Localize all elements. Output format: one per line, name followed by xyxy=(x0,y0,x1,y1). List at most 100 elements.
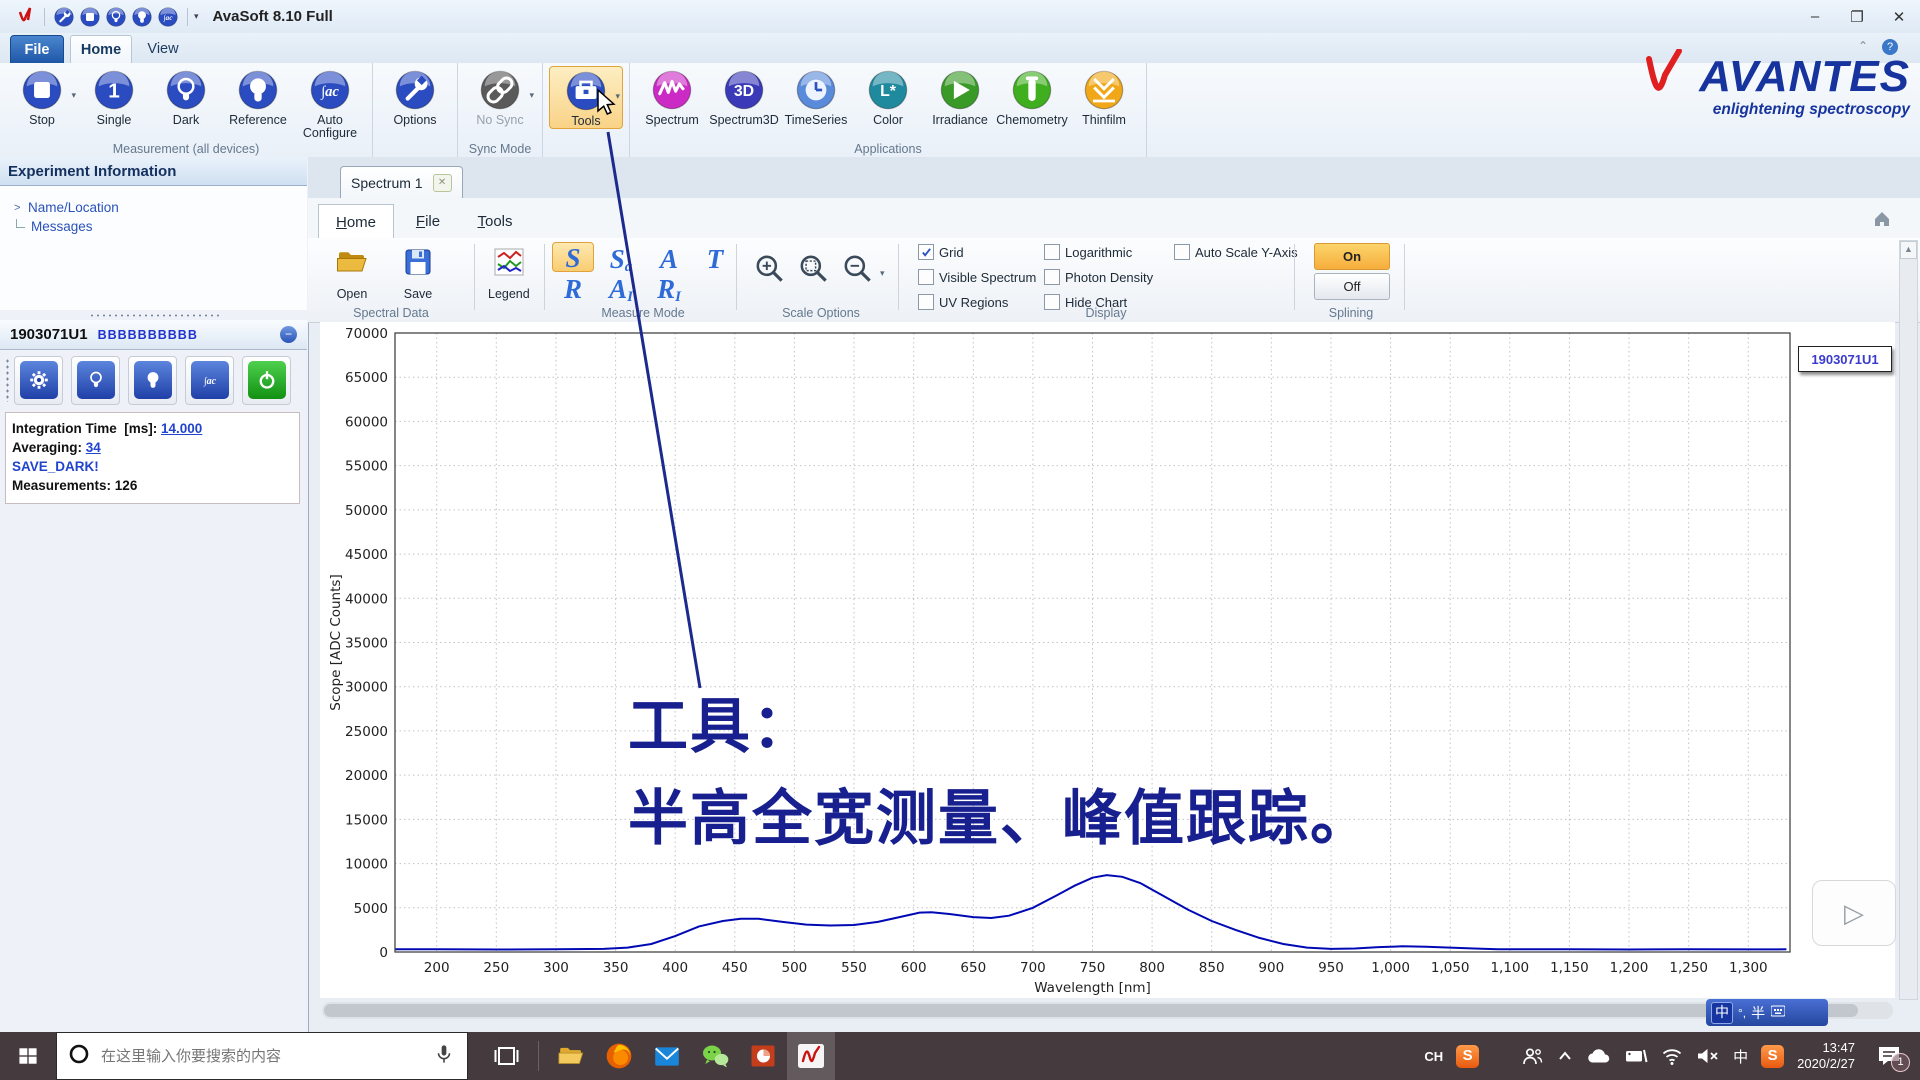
home-icon[interactable] xyxy=(1872,210,1892,228)
measure-mode-aI-button[interactable]: AI xyxy=(600,272,642,302)
maximize-button[interactable]: ❐ xyxy=(1836,4,1878,30)
ime-punct-icon[interactable]: °, xyxy=(1738,1006,1746,1020)
measure-mode-sa-button[interactable]: Sa xyxy=(600,242,642,272)
checkbox-visible-spectrum[interactable]: Visible Spectrum xyxy=(918,269,1036,285)
device-jac-button[interactable]: ∫ac xyxy=(185,356,234,405)
panel-splitter[interactable] xyxy=(0,310,307,320)
horizontal-scrollbar[interactable] xyxy=(322,1002,1893,1019)
checkbox-auto-scale-y-axis[interactable]: Auto Scale Y-Axis xyxy=(1174,244,1298,260)
integration-time-value[interactable]: 14.000 xyxy=(161,421,202,436)
spectrum-menu-home[interactable]: Home xyxy=(318,204,394,239)
chart-area[interactable] xyxy=(320,322,1895,998)
scale-dropdown-icon[interactable]: ▾ xyxy=(880,268,885,279)
checkbox-box[interactable] xyxy=(1044,244,1060,260)
drag-handle[interactable] xyxy=(5,358,10,402)
ribbon-thinfilm-button[interactable]: Thinfilm xyxy=(1068,66,1140,127)
checkbox-box[interactable] xyxy=(918,294,934,310)
device-power-button[interactable] xyxy=(242,356,291,405)
ribbon-spectrum3d-button[interactable]: 3DSpectrum3D xyxy=(708,66,780,127)
ribbon-no-sync-button[interactable]: No Sync▾ xyxy=(464,66,536,127)
device-collapse-button[interactable]: − xyxy=(280,326,297,343)
tab-home[interactable]: Home xyxy=(70,35,132,64)
chevron-up-icon[interactable] xyxy=(1556,1048,1574,1064)
zoom-in-button[interactable] xyxy=(796,252,832,286)
qat-auto-configure-icon[interactable]: ∫ac xyxy=(157,6,179,28)
wifi-icon[interactable] xyxy=(1661,1047,1683,1066)
device-bulb-button[interactable] xyxy=(128,356,177,405)
taskbar-avasoft-button[interactable] xyxy=(787,1032,835,1080)
taskbar-clock[interactable]: 13:47 2020/2/27 xyxy=(1797,1040,1855,1072)
sogou-icon-2[interactable]: S xyxy=(1761,1045,1784,1068)
checkbox-logarithmic[interactable]: Logarithmic xyxy=(1044,244,1132,260)
save-button[interactable]: Save xyxy=(400,244,436,301)
pen-device-icon[interactable] xyxy=(1624,1047,1648,1065)
tree-expander-icon[interactable]: > xyxy=(14,202,28,214)
checkbox-box[interactable] xyxy=(1174,244,1190,260)
checkbox-uv-regions[interactable]: UV Regions xyxy=(918,294,1008,310)
taskbar-explorer-button[interactable] xyxy=(547,1032,595,1080)
checkbox-box[interactable] xyxy=(918,269,934,285)
measure-mode-a-button[interactable]: A xyxy=(648,242,690,272)
checkbox-photon-density[interactable]: Photon Density xyxy=(1044,269,1153,285)
device-gear-button[interactable] xyxy=(14,356,63,405)
measure-mode-rI-button[interactable]: RI xyxy=(648,272,690,302)
taskbar-search[interactable] xyxy=(56,1032,468,1080)
search-input[interactable] xyxy=(99,1047,433,1066)
ribbon-reference-button[interactable]: Reference xyxy=(222,66,294,127)
taskbar-wechat-button[interactable] xyxy=(691,1032,739,1080)
spectrum-menu-file[interactable]: File xyxy=(400,204,456,238)
ribbon-timeseries-button[interactable]: TimeSeries xyxy=(780,66,852,127)
action-center-icon[interactable]: 1 xyxy=(1868,1044,1912,1068)
close-button[interactable]: ✕ xyxy=(1878,4,1920,30)
ribbon-irradiance-button[interactable]: Irradiance xyxy=(924,66,996,127)
checkbox-grid[interactable]: Grid xyxy=(918,244,964,260)
measure-mode-r-button[interactable]: R xyxy=(552,272,594,302)
vertical-scrollbar[interactable]: ▲ xyxy=(1899,240,1918,1000)
device-bulb-outline-button[interactable] xyxy=(71,356,120,405)
chart-legend[interactable]: 1903071U1 xyxy=(1798,346,1892,372)
qat-customize-icon[interactable]: ▾ xyxy=(194,11,199,22)
checkbox-box[interactable] xyxy=(1044,269,1060,285)
averaging-value[interactable]: 34 xyxy=(86,440,101,455)
ribbon-dark-button[interactable]: Dark xyxy=(150,66,222,127)
open-button[interactable]: Open xyxy=(334,244,370,301)
volume-muted-icon[interactable] xyxy=(1696,1047,1720,1065)
taskbar-powerpoint-button[interactable] xyxy=(739,1032,787,1080)
checkbox-box[interactable] xyxy=(918,244,934,260)
tab-spectrum-1[interactable]: Spectrum 1 ✕ xyxy=(340,166,463,199)
tab-file[interactable]: File xyxy=(10,35,64,65)
start-button[interactable] xyxy=(0,1032,56,1080)
microphone-icon[interactable] xyxy=(433,1042,455,1071)
ribbon-spectrum-button[interactable]: Spectrum xyxy=(636,66,708,127)
sogou-icon[interactable]: S xyxy=(1456,1045,1479,1068)
ribbon-collapse-icon[interactable]: ⌃ xyxy=(1858,39,1868,53)
taskbar-task-view-button[interactable] xyxy=(482,1032,530,1080)
qat-reference-icon[interactable] xyxy=(131,6,153,28)
splining-on-button[interactable]: On xyxy=(1314,243,1390,270)
ribbon-auto-configure-button[interactable]: ∫acAuto Configure xyxy=(294,66,366,140)
ime-indicator[interactable]: 中 xyxy=(1733,1046,1748,1067)
ime-keyboard-icon[interactable] xyxy=(1771,1004,1785,1022)
language-indicator[interactable]: CH xyxy=(1424,1049,1443,1064)
ribbon-tools-button[interactable]: Tools▾ xyxy=(549,66,623,129)
spectrum-menu-tools[interactable]: Tools xyxy=(464,204,526,238)
legend-button[interactable]: Legend xyxy=(488,244,530,301)
cloud-icon[interactable] xyxy=(1587,1047,1611,1065)
ribbon-color-button[interactable]: L*Color xyxy=(852,66,924,127)
ime-toolbar[interactable]: 中 °, 半 xyxy=(1706,999,1828,1026)
dropdown-caret-icon[interactable]: ▾ xyxy=(529,90,534,101)
tree-item-messages[interactable]: Messages xyxy=(14,219,307,234)
ime-mode-icon[interactable]: 中 xyxy=(1711,1002,1733,1024)
measure-mode-s-button[interactable]: S xyxy=(552,242,594,272)
tab-close-icon[interactable]: ✕ xyxy=(433,174,452,192)
dropdown-caret-icon[interactable]: ▾ xyxy=(615,91,620,102)
people-icon[interactable] xyxy=(1521,1046,1543,1066)
qat-options-icon[interactable] xyxy=(53,6,75,28)
scroll-up-icon[interactable]: ▲ xyxy=(1900,241,1917,259)
dropdown-caret-icon[interactable]: ▾ xyxy=(71,90,76,101)
ribbon-single-button[interactable]: 1Single xyxy=(78,66,150,127)
ime-width-icon[interactable]: 半 xyxy=(1751,1003,1765,1023)
ribbon-options-button[interactable]: Options xyxy=(379,66,451,127)
tree-item-name-location[interactable]: > Name/Location xyxy=(14,200,307,215)
zoom-extents-button[interactable] xyxy=(752,252,788,286)
